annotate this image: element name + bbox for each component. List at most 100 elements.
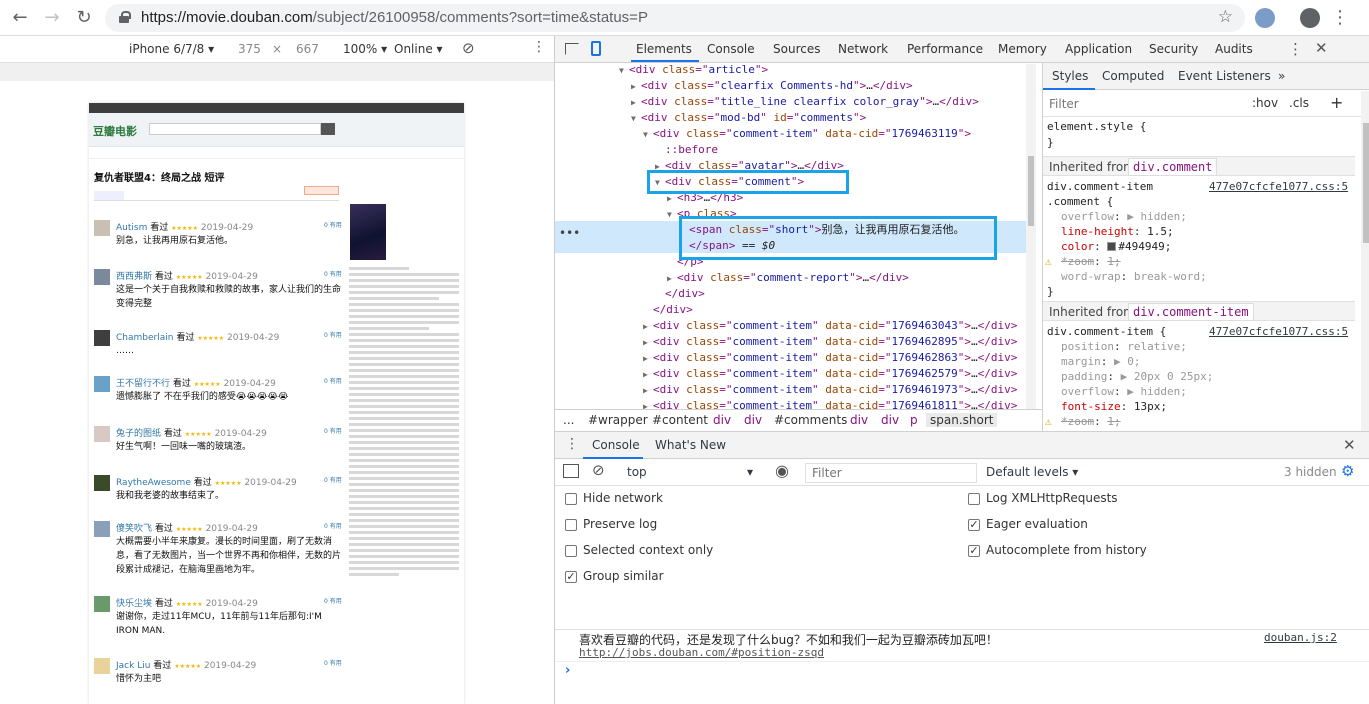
tab-computed[interactable]: Computed [1102,69,1164,83]
avatar[interactable] [94,658,110,674]
comment-user[interactable]: 西西弗斯 [116,272,152,282]
dom-node-line[interactable]: ▼ <div class="article"> [619,64,768,78]
useful-button[interactable]: 0 有用 [324,269,342,278]
tab-watched[interactable] [94,191,124,200]
site-search-button[interactable] [321,123,335,135]
devtools-menu-icon[interactable]: ⋮ [1288,40,1303,58]
rule-selector[interactable]: div.comment-item { [1047,324,1166,339]
expanded-arrow-icon[interactable]: ▼ [643,127,653,143]
chrome-menu-icon[interactable]: ⋮ [1330,8,1350,28]
css-property[interactable]: margin: ▶ 0; [1061,354,1141,369]
expanded-arrow-icon[interactable]: ▼ [631,111,641,127]
tab-security[interactable]: Security [1149,42,1198,56]
collapsed-arrow-icon[interactable]: ▶ [643,335,653,351]
site-search-input[interactable] [149,123,321,135]
console-message-source[interactable]: douban.js:2 [1264,631,1337,644]
console-settings-icon[interactable]: ⚙ [1341,462,1354,480]
collapsed-arrow-icon[interactable]: ▶ [643,367,653,383]
comment-user[interactable]: 兔子的图纸 [116,429,161,439]
device-more-icon[interactable]: ⋮ [532,39,546,55]
rule-source-link[interactable]: 477e07cfcfe1077.css:5 [1209,179,1348,194]
tab-whats-new[interactable]: What's New [655,438,726,452]
breadcrumb-item[interactable]: #content [652,413,708,427]
element-style-selector[interactable]: element.style { [1047,119,1146,134]
css-property[interactable]: color: #494949; [1061,239,1171,254]
checkbox[interactable] [565,545,577,557]
checkbox[interactable] [565,493,577,505]
checkbox[interactable] [968,493,980,505]
comment-user[interactable]: Jack Liu [116,661,150,671]
breadcrumb-item[interactable]: div [881,413,899,427]
douban-logo[interactable]: 豆瓣电影 [93,123,137,139]
class-toggle[interactable]: .cls [1289,96,1309,110]
tree-scrollbar[interactable] [1026,64,1036,409]
rule-selector[interactable]: .comment { [1047,194,1113,209]
console-message-link[interactable]: http://jobs.douban.com/#position-zsqd [579,646,824,659]
avatar[interactable] [94,426,110,442]
breadcrumb-item[interactable]: p [910,413,918,427]
comment-user[interactable]: 王不留行不行 [116,379,170,389]
css-property[interactable]: position: relative; [1061,339,1187,354]
checkbox[interactable] [565,519,577,531]
dom-node-line[interactable]: ▶ <div class="comment-item" data-cid="176… [643,318,1017,334]
dom-node-line[interactable]: ▶ <div class="comment-item" data-cid="176… [643,350,1017,366]
tab-console-drawer[interactable]: Console [592,438,640,452]
css-property[interactable]: ⚠ *zoom: 1; [1045,254,1121,269]
context-select[interactable]: top ▾ [615,463,763,483]
breadcrumb-item[interactable]: div [744,413,762,427]
useful-button[interactable]: 0 有用 [324,426,342,435]
useful-button[interactable]: 0 有用 [324,521,342,530]
css-property[interactable]: line-height: 1.5; [1061,224,1174,239]
css-property[interactable]: ⚠ *zoom: 1; [1045,414,1121,429]
rule-source-link[interactable]: 477e07cfcfe1077.css:5 [1209,324,1348,339]
inspect-element-icon[interactable] [565,43,579,55]
comment-user[interactable]: 傻笑吹飞 [116,524,152,534]
dom-node-line[interactable]: </div> [655,286,705,302]
avatar[interactable] [94,521,110,537]
styles-filter-input[interactable] [1049,95,1239,113]
tab-network[interactable]: Network [838,42,888,56]
back-icon[interactable]: ← [10,8,30,28]
avatar[interactable] [94,475,110,491]
console-filter-input[interactable] [805,463,977,483]
reload-icon[interactable]: ↻ [74,8,94,28]
dom-node-line[interactable]: ▶ <div class="clearfix Comments-hd">…</di… [631,78,913,94]
breadcrumb-item[interactable]: ... [563,413,574,427]
useful-button[interactable]: 0 有用 [324,330,342,339]
dom-node-line[interactable]: ::before [655,142,718,158]
comment-user[interactable]: Chamberlain [116,333,173,343]
drawer-close-icon[interactable]: ✕ [1343,436,1356,454]
avatar[interactable] [94,220,110,236]
avatar[interactable] [94,269,110,285]
expanded-arrow-icon[interactable]: ▼ [619,64,629,79]
extension-icon[interactable] [1255,8,1275,28]
tab-sources[interactable]: Sources [773,42,820,56]
collapsed-arrow-icon[interactable]: ▶ [643,383,653,399]
comment-user[interactable]: 快乐尘埃 [116,599,152,609]
breadcrumb-item[interactable]: div [713,413,731,427]
inherited-node-link[interactable]: div.comment-item [1128,303,1254,321]
movie-poster[interactable] [350,204,386,260]
tree-scrollbar-thumb[interactable] [1028,156,1034,226]
css-property[interactable]: padding: ▶ 20px 0 25px; [1061,369,1213,384]
css-property[interactable]: word-wrap: break-word; [1061,269,1207,284]
dom-node-line[interactable]: ▼ <div class="comment-item" data-cid="176… [643,126,971,142]
checkbox[interactable]: ✓ [968,545,980,557]
dom-node-line[interactable]: ▶ <div class="comment-report">…</div> [667,270,909,286]
tab-audits[interactable]: Audits [1215,42,1253,56]
dom-node-line[interactable]: ▶ <div class="comment-item" data-cid="176… [643,366,1017,382]
devtools-close-icon[interactable]: ✕ [1315,39,1328,57]
css-property[interactable]: overflow: ▶ hidden; [1061,384,1187,399]
useful-button[interactable]: 0 有用 [324,658,342,667]
dom-node-line[interactable]: ▶ <div class="comment-item" data-cid="176… [643,334,1017,350]
hover-state-toggle[interactable]: :hov [1252,96,1278,110]
css-property[interactable]: overflow: ▶ hidden; [1061,209,1187,224]
useful-button[interactable]: 0 有用 [324,596,342,605]
tab-memory[interactable]: Memory [998,42,1047,56]
dom-node-line[interactable]: ▼ <div class="mod-bd" id="comments"> [631,110,866,126]
url-text[interactable]: https://movie.douban.com/subject/2610095… [141,9,648,26]
checkbox[interactable]: ✓ [565,571,577,583]
device-width[interactable]: 375 [238,42,261,56]
useful-button[interactable]: 0 有用 [324,376,342,385]
expanded-arrow-icon[interactable]: ▼ [667,207,677,223]
